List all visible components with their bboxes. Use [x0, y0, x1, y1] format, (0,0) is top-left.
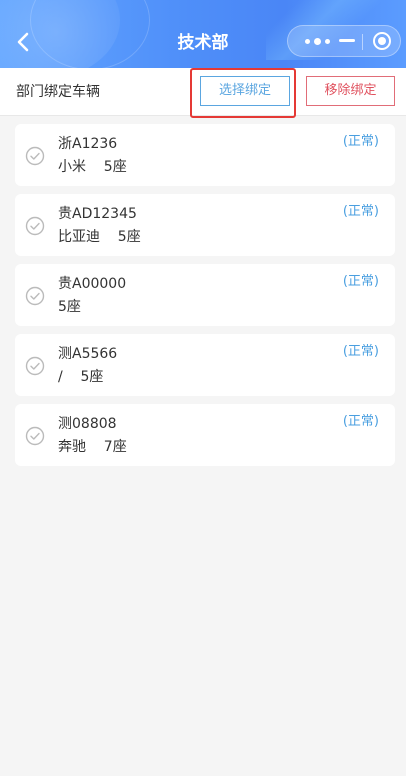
toolbar: 部门绑定车辆 选择绑定 移除绑定 [0, 68, 406, 116]
target-circle-icon[interactable] [373, 32, 391, 50]
vehicle-desc: 奔驰 7座 [58, 439, 127, 455]
vehicle-card[interactable]: 贵AD12345 比亚迪 5座 (正常) [15, 194, 395, 256]
minus-icon[interactable] [339, 39, 355, 42]
vehicle-status: (正常) [342, 344, 379, 359]
capsule-divider [362, 34, 363, 50]
check-circle-icon[interactable] [25, 216, 45, 236]
vehicle-status: (正常) [342, 134, 379, 149]
vehicle-plate: 浙A1236 [58, 136, 118, 152]
vehicle-desc: 比亚迪 5座 [58, 229, 141, 245]
vehicle-plate: 贵AD12345 [58, 206, 137, 222]
select-bind-button[interactable]: 选择绑定 [200, 76, 290, 106]
vehicle-plate: 测08808 [58, 416, 117, 432]
vehicle-card[interactable]: 贵A00000 5座 (正常) [15, 264, 395, 326]
check-circle-icon[interactable] [25, 356, 45, 376]
vehicle-card[interactable]: 浙A1236 小米 5座 (正常) [15, 124, 395, 186]
vehicle-status: (正常) [342, 204, 379, 219]
remove-bind-button[interactable]: 移除绑定 [306, 76, 395, 106]
check-circle-icon[interactable] [25, 426, 45, 446]
vehicle-desc: 5座 [58, 299, 81, 315]
toolbar-label: 部门绑定车辆 [16, 84, 100, 100]
check-circle-icon[interactable] [25, 146, 45, 166]
vehicle-status: (正常) [342, 414, 379, 429]
vehicle-card[interactable]: 测A5566 / 5座 (正常) [15, 334, 395, 396]
check-circle-icon[interactable] [25, 286, 45, 306]
nav-header: 技术部 [0, 0, 406, 68]
more-dots-icon[interactable] [298, 26, 336, 56]
mini-program-capsule [287, 25, 401, 57]
vehicle-plate: 贵A00000 [58, 276, 127, 292]
vehicle-desc: / 5座 [58, 369, 104, 385]
vehicle-card[interactable]: 测08808 奔驰 7座 (正常) [15, 404, 395, 466]
vehicle-desc: 小米 5座 [58, 159, 127, 175]
vehicle-status: (正常) [342, 274, 379, 289]
vehicle-plate: 测A5566 [58, 346, 118, 362]
